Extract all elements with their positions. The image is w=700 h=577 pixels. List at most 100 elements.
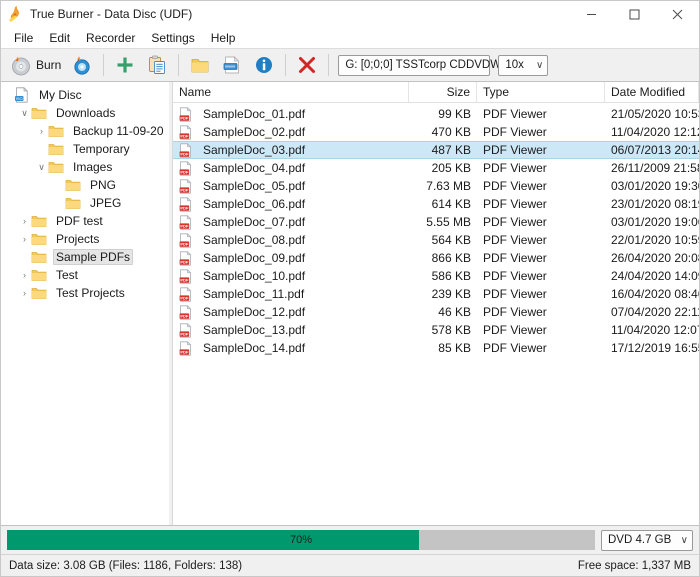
title-bar: True Burner - Data Disc (UDF) (1, 1, 699, 27)
tree-item-label: My Disc (39, 88, 82, 102)
media-type-value: DVD 4.7 GB (608, 534, 672, 546)
tree-item-projects[interactable]: › Projects (1, 230, 168, 248)
cell-date-modified: 17/12/2019 16:55:56 (611, 341, 699, 355)
svg-text:PDF: PDF (180, 205, 189, 210)
pdf-file-icon: PDF (179, 286, 198, 302)
file-name: SampleDoc_07.pdf (203, 215, 306, 229)
cell-name: PDF SampleDoc_12.pdf (173, 304, 409, 320)
properties-button[interactable] (248, 51, 280, 79)
table-row[interactable]: PDF SampleDoc_04.pdf 205 KB PDF Viewer 26/11… (173, 159, 699, 177)
cell-type: PDF Viewer (483, 179, 547, 193)
chevron-right-icon[interactable]: › (18, 230, 31, 248)
table-row[interactable]: PDF SampleDoc_09.pdf 866 KB PDF Viewer 26/04… (173, 249, 699, 267)
tree-item-sample-pdfs[interactable]: Sample PDFs (1, 248, 168, 266)
folder-tree[interactable]: ISO My Disc ∨ Downloads › Backup 11-09-20 Temp… (1, 82, 168, 525)
drive-select[interactable]: G: [0;0;0] TSSTcorp CDDVDW ∨ (338, 54, 516, 76)
cell-size: 239 KB (431, 287, 471, 301)
tree-item-my-disc[interactable]: ISO My Disc (1, 86, 168, 104)
table-row[interactable]: PDF SampleDoc_06.pdf 614 KB PDF Viewer 23/01… (173, 195, 699, 213)
tree-item-images[interactable]: ∨ Images (1, 158, 168, 176)
folder-icon (65, 178, 84, 192)
table-row[interactable]: PDF SampleDoc_11.pdf 239 KB PDF Viewer 16/04… (173, 285, 699, 303)
cell-name: PDF SampleDoc_09.pdf (173, 250, 409, 266)
table-row[interactable]: PDF SampleDoc_01.pdf 99 KB PDF Viewer 21/05/… (173, 105, 699, 123)
cell-type: PDF Viewer (483, 323, 547, 337)
file-name: SampleDoc_14.pdf (203, 341, 306, 355)
burn-button[interactable]: Burn (5, 51, 66, 79)
new-folder-button[interactable] (184, 51, 216, 79)
tree-item-test-projects[interactable]: › Test Projects (1, 284, 168, 302)
cell-size: 564 KB (431, 233, 471, 247)
tree-item-temporary[interactable]: Temporary (1, 140, 168, 158)
cell-type: PDF Viewer (483, 107, 547, 121)
column-header-name[interactable]: Name (173, 82, 409, 102)
table-row[interactable]: PDF SampleDoc_10.pdf 586 KB PDF Viewer 24/04… (173, 267, 699, 285)
column-header-type[interactable]: Type (477, 82, 605, 102)
cell-size: 99 KB (438, 107, 471, 121)
toolbar-separator-2 (178, 54, 180, 76)
drive-select-value: G: [0;0;0] TSSTcorp CDDVDW (345, 59, 502, 71)
toolbar: Burn G: [0;0;0] TSSTcorp CDDVDW 10x ∨ (1, 48, 699, 82)
chevron-right-icon[interactable]: › (18, 266, 31, 284)
table-row[interactable]: PDF SampleDoc_07.pdf 5.55 MB PDF Viewer 03/0… (173, 213, 699, 231)
tree-item-downloads[interactable]: ∨ Downloads (1, 104, 168, 122)
chevron-right-icon[interactable]: › (18, 212, 31, 230)
speed-select[interactable]: 10x ∨ (498, 54, 549, 76)
table-row[interactable]: PDF SampleDoc_08.pdf 564 KB PDF Viewer 22/01… (173, 231, 699, 249)
table-row[interactable]: PDF SampleDoc_03.pdf 487 KB PDF Viewer 06/07… (173, 141, 699, 159)
tree-item-backup-11-09-20[interactable]: › Backup 11-09-20 (1, 122, 168, 140)
folder-icon (48, 160, 67, 174)
cell-size: 85 KB (438, 341, 471, 355)
folder-icon (31, 268, 50, 282)
file-name: SampleDoc_03.pdf (203, 143, 306, 157)
cell-type: PDF Viewer (483, 233, 547, 247)
maximize-button[interactable] (613, 1, 656, 27)
table-row[interactable]: PDF SampleDoc_13.pdf 578 KB PDF Viewer 11/04… (173, 321, 699, 339)
menu-help[interactable]: Help (203, 29, 244, 47)
menu-edit[interactable]: Edit (41, 29, 78, 47)
folder-icon (31, 232, 50, 246)
delete-button[interactable] (291, 51, 323, 79)
table-row[interactable]: PDF SampleDoc_02.pdf 470 KB PDF Viewer 11/04… (173, 123, 699, 141)
folder-icon (65, 196, 84, 210)
tree-item-test[interactable]: › Test (1, 266, 168, 284)
folder-icon (31, 250, 50, 264)
disc-image-icon: ISO (14, 87, 33, 103)
close-button[interactable] (656, 1, 699, 27)
column-header-date-modified[interactable]: Date Modified (605, 82, 699, 102)
menu-file[interactable]: File (6, 29, 41, 47)
table-row[interactable]: PDF SampleDoc_12.pdf 46 KB PDF Viewer 07/04/… (173, 303, 699, 321)
chevron-right-icon[interactable]: › (18, 284, 31, 302)
column-header-size[interactable]: Size (409, 82, 477, 102)
cell-name: PDF SampleDoc_08.pdf (173, 232, 409, 248)
chevron-right-icon[interactable]: › (35, 122, 48, 140)
cell-type: PDF Viewer (483, 197, 547, 211)
menu-recorder[interactable]: Recorder (78, 29, 143, 47)
table-row[interactable]: PDF SampleDoc_14.pdf 85 KB PDF Viewer 17/12/… (173, 339, 699, 357)
cell-date-modified: 26/04/2020 20:08:23 (611, 251, 699, 265)
file-name: SampleDoc_05.pdf (203, 179, 306, 193)
chevron-down-icon[interactable]: ∨ (35, 158, 48, 176)
tree-item-pdf-test[interactable]: › PDF test (1, 212, 168, 230)
cell-name: PDF SampleDoc_14.pdf (173, 340, 409, 356)
menu-settings[interactable]: Settings (143, 29, 202, 47)
chevron-down-icon[interactable]: ∨ (18, 104, 31, 122)
minimize-button[interactable] (570, 1, 613, 27)
media-type-select[interactable]: DVD 4.7 GB ∨ (601, 529, 693, 551)
add-files-button[interactable] (109, 51, 141, 79)
cell-date-modified: 07/04/2020 22:11:25 (611, 305, 699, 319)
status-bar: Data size: 3.08 GB (Files: 1186, Folders… (1, 554, 699, 576)
folder-icon (31, 106, 50, 120)
svg-text:ISO: ISO (16, 96, 23, 101)
tree-item-jpeg[interactable]: JPEG (1, 194, 168, 212)
table-row[interactable]: PDF SampleDoc_05.pdf 7.63 MB PDF Viewer 03/0… (173, 177, 699, 195)
cell-date-modified: 03/01/2020 19:30:36 (611, 179, 699, 193)
file-list-body[interactable]: PDF SampleDoc_01.pdf 99 KB PDF Viewer 21/05/… (173, 103, 699, 525)
paste-button[interactable] (141, 51, 173, 79)
tree-item-label: Sample PDFs (53, 249, 134, 265)
erase-disc-button[interactable] (66, 51, 98, 79)
pdf-file-icon: PDF (179, 106, 198, 122)
rename-button[interactable] (216, 51, 248, 79)
tree-item-png[interactable]: PNG (1, 176, 168, 194)
tree-item-label: Backup 11-09-20 (73, 124, 164, 138)
